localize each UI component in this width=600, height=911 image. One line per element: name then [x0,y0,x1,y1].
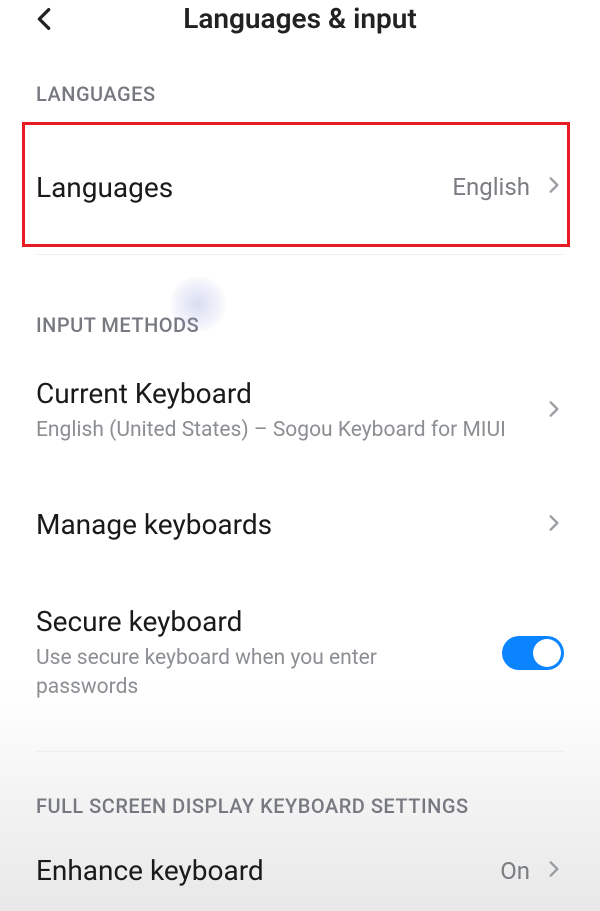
enhance-keyboard-title: Enhance keyboard [36,854,500,887]
enhance-keyboard-value: On [500,857,530,885]
secure-keyboard-row[interactable]: Secure keyboard Use secure keyboard when… [0,605,600,701]
section-header-full-screen: FULL SCREEN DISPLAY KEYBOARD SETTINGS [0,794,600,818]
secure-keyboard-toggle[interactable] [502,636,564,670]
languages-title: Languages [36,171,452,204]
languages-value: English [452,173,530,201]
page-title: Languages & input [20,2,580,35]
current-keyboard-row[interactable]: Current Keyboard English (United States)… [0,377,600,444]
enhance-keyboard-row[interactable]: Enhance keyboard On [0,854,600,887]
toggle-knob [533,639,561,667]
current-keyboard-title: Current Keyboard [36,377,544,410]
manage-keyboards-title: Manage keyboards [36,508,544,541]
chevron-right-icon [544,395,564,427]
section-header-languages: LANGUAGES [0,82,600,106]
chevron-right-icon [544,171,564,203]
chevron-right-icon [544,855,564,887]
current-keyboard-subtitle: English (United States) – Sogou Keyboard… [36,416,544,444]
divider [36,254,564,255]
chevron-right-icon [544,509,564,541]
manage-keyboards-row[interactable]: Manage keyboards [0,508,600,541]
secure-keyboard-subtitle: Use secure keyboard when you enter passw… [36,644,482,701]
secure-keyboard-title: Secure keyboard [36,605,482,638]
back-icon[interactable] [30,5,58,37]
divider [36,751,564,752]
languages-row[interactable]: Languages English [0,132,600,242]
section-header-input-methods: INPUT METHODS [0,313,600,337]
